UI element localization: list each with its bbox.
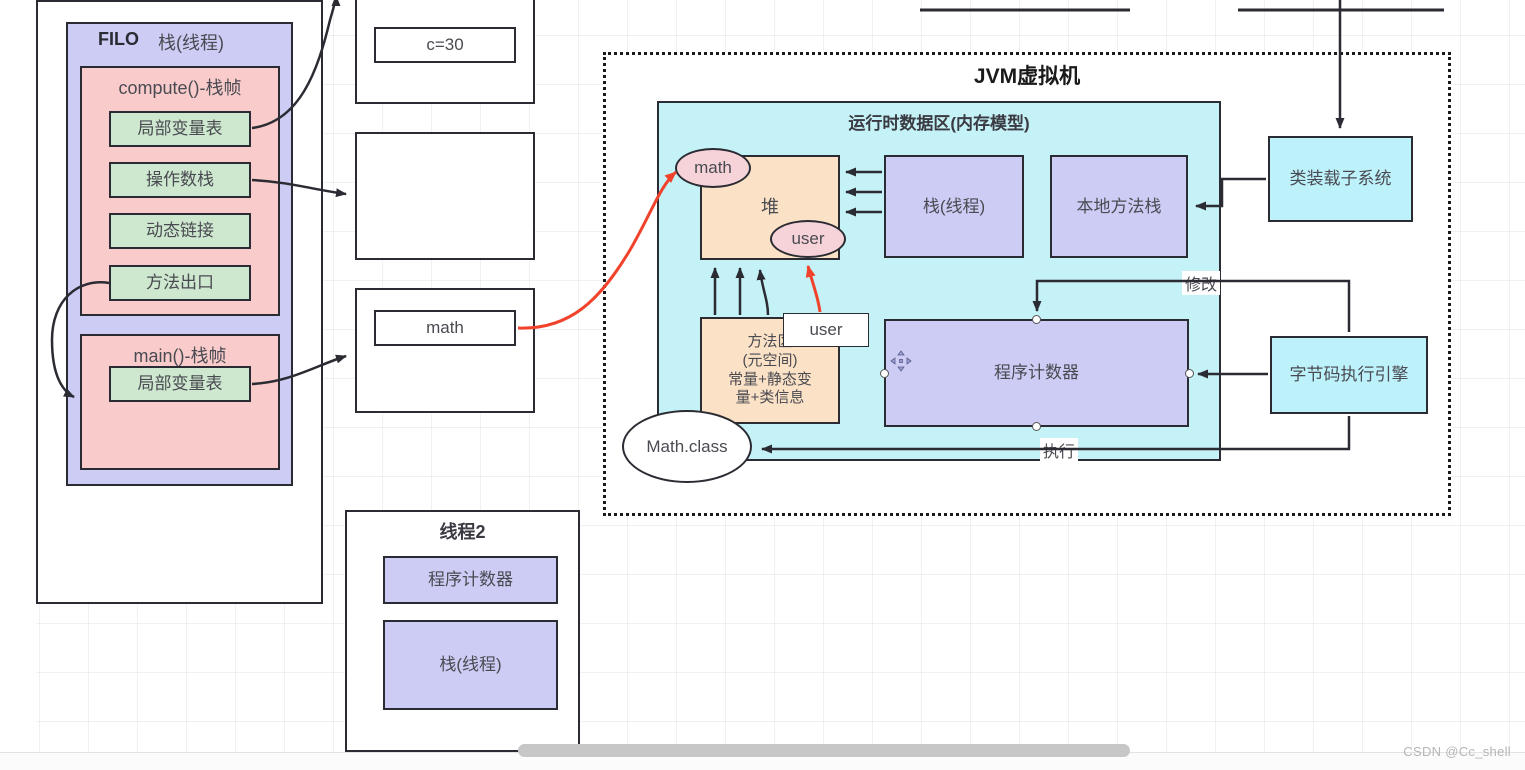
compute-slot-label-2: 动态链接	[146, 220, 214, 241]
main-frame-title: main()-栈帧	[134, 342, 227, 368]
heap-object-label-1: user	[791, 229, 824, 249]
user-callout-label: user	[809, 319, 842, 340]
math-class-ellipse[interactable]: Math.class	[622, 410, 752, 483]
jvm-stack-thread-label: 栈(线程)	[923, 196, 985, 217]
thread2-item-label-1: 栈(线程)	[439, 654, 501, 675]
thread2-program-counter[interactable]: 程序计数器	[383, 556, 558, 604]
variable-value-math: math	[426, 317, 464, 338]
jvm-title: JVM虚拟机	[603, 60, 1451, 90]
selection-handle-left[interactable]	[880, 369, 889, 378]
heap-object-user[interactable]: user	[770, 220, 846, 258]
compute-slot-operand-stack[interactable]: 操作数栈	[109, 162, 251, 198]
compute-slot-local-variable-table[interactable]: 局部变量表	[109, 111, 251, 147]
compute-slot-label-3: 方法出口	[146, 272, 214, 293]
compute-slot-label-1: 操作数栈	[146, 169, 214, 190]
program-counter-label: 程序计数器	[994, 362, 1079, 383]
bytecode-engine-label: 字节码执行引擎	[1290, 364, 1409, 385]
horizontal-scrollbar-thumb[interactable]	[518, 744, 1130, 757]
heap-object-label-0: math	[694, 158, 732, 178]
variable-value-box-c[interactable]: c=30	[374, 27, 516, 63]
variable-value-c: c=30	[426, 34, 463, 55]
main-slot-local-variable-table[interactable]: 局部变量表	[109, 366, 251, 402]
diagram-canvas: FILO 栈(线程) compute()-栈帧 局部变量表 操作数栈 动态链接 …	[0, 0, 1525, 770]
thread2-title: 线程2	[439, 518, 485, 544]
stack-thread-title: 栈(线程)	[158, 29, 224, 55]
left-margin-fill	[0, 0, 36, 752]
compute-frame-title: compute()-栈帧	[118, 74, 241, 100]
class-loader-subsystem-box[interactable]: 类装载子系统	[1268, 136, 1413, 222]
variable-container-2[interactable]	[355, 132, 535, 260]
compute-slot-method-exit[interactable]: 方法出口	[109, 265, 251, 301]
heap-object-math[interactable]: math	[675, 148, 751, 188]
bytecode-execution-engine-box[interactable]: 字节码执行引擎	[1270, 336, 1428, 414]
variable-container-3[interactable]	[355, 288, 535, 413]
native-method-stack-box[interactable]: 本地方法栈	[1050, 155, 1188, 258]
runtime-data-area-title: 运行时数据区(内存模型)	[848, 109, 1029, 134]
edge-label-execute: 执行	[1040, 438, 1078, 462]
main-slot-label-0: 局部变量表	[138, 373, 223, 394]
thread2-item-label-0: 程序计数器	[428, 569, 513, 590]
compute-slot-dynamic-link[interactable]: 动态链接	[109, 213, 251, 249]
class-loader-label: 类装载子系统	[1290, 168, 1392, 189]
heap-label: 堆	[761, 196, 779, 219]
selection-handle-right[interactable]	[1185, 369, 1194, 378]
thread2-stack-thread[interactable]: 栈(线程)	[383, 620, 558, 710]
user-callout-box[interactable]: user	[783, 313, 869, 347]
program-counter-box[interactable]: 程序计数器	[884, 319, 1189, 427]
selection-handle-bottom[interactable]	[1032, 422, 1041, 431]
variable-value-box-math[interactable]: math	[374, 310, 516, 346]
filo-label: FILO	[98, 29, 139, 50]
jvm-stack-thread-box[interactable]: 栈(线程)	[884, 155, 1024, 258]
main-frame-box[interactable]: main()-栈帧	[80, 334, 280, 470]
math-class-label: Math.class	[646, 437, 727, 457]
edge-label-modify: 修改	[1182, 271, 1220, 295]
watermark: CSDN @Cc_shell	[1403, 744, 1511, 759]
compute-slot-label-0: 局部变量表	[138, 118, 223, 139]
native-method-stack-label: 本地方法栈	[1077, 196, 1162, 217]
selection-handle-top[interactable]	[1032, 315, 1041, 324]
